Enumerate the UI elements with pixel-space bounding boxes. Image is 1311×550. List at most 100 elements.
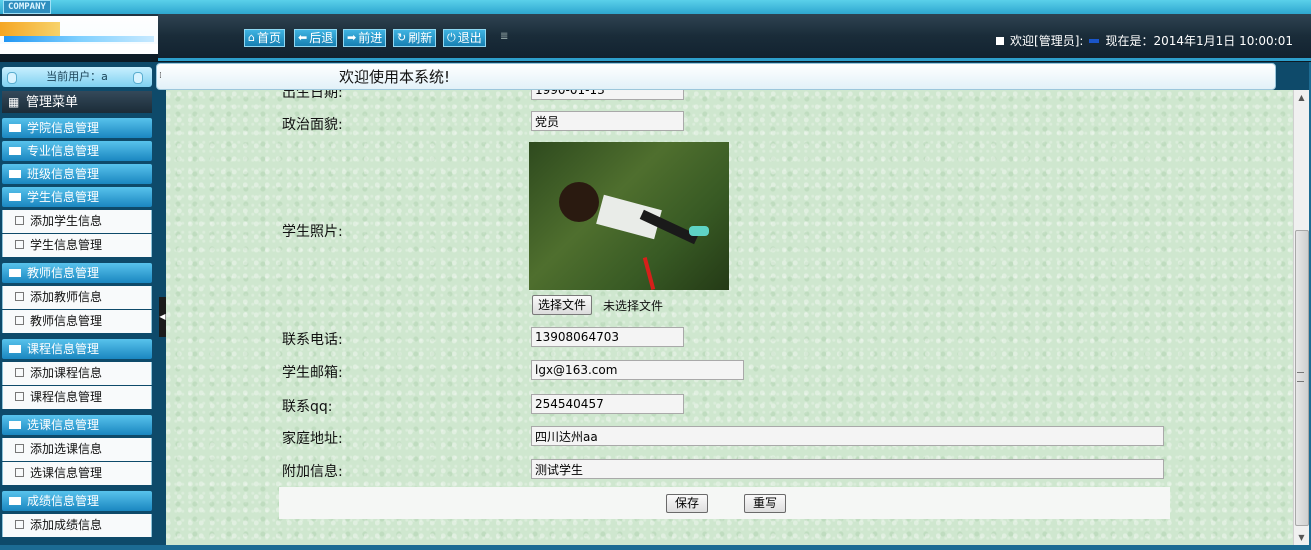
header-top-strip — [0, 0, 1311, 14]
sidebar-item-manage-student[interactable]: 学生信息管理 — [2, 234, 152, 257]
sidebar-item-add-selection[interactable]: 添加选课信息 — [2, 438, 152, 461]
company-logo-tag: COMPANY — [3, 0, 51, 14]
username-highlight — [1089, 38, 1100, 43]
page-icon — [15, 520, 24, 529]
group-label: 班级信息管理 — [27, 167, 100, 181]
sidebar-group-score[interactable]: 成绩信息管理 — [2, 491, 152, 511]
birth-date-field[interactable] — [531, 90, 684, 100]
extra-info-field[interactable] — [531, 459, 1164, 479]
sidebar: 当前用户：a ▦ 管理菜单 学院信息管理 专业信息管理 班级信息管理 学生信息管理… — [0, 64, 156, 550]
choose-file-button[interactable]: 选择文件 — [532, 295, 593, 315]
email-label: 学生邮箱: — [282, 365, 343, 381]
photo-detail — [642, 257, 656, 290]
qq-field[interactable] — [531, 394, 684, 414]
current-user-bar: 当前用户：a — [2, 67, 152, 87]
group-label: 教师信息管理 — [27, 266, 100, 280]
book-icon — [9, 268, 21, 277]
vertical-scrollbar[interactable]: ▲ ▼ — [1293, 90, 1309, 545]
birth-date-label: 出生日期: — [282, 90, 343, 101]
menu-title: ▦ 管理菜单 — [2, 91, 152, 113]
page-icon — [15, 292, 24, 301]
home-label: 首页 — [256, 31, 281, 45]
page-icon — [15, 368, 24, 377]
group-label: 课程信息管理 — [27, 342, 100, 356]
forward-button[interactable]: ➡ 前进 — [343, 29, 387, 47]
file-status-text: 未选择文件 — [603, 299, 664, 313]
item-label: 课程信息管理 — [30, 390, 103, 404]
refresh-label: 刷新 — [408, 31, 433, 45]
book-icon — [9, 192, 21, 201]
extra-info-label: 附加信息: — [282, 464, 343, 480]
scroll-down-arrow-icon[interactable]: ▼ — [1294, 530, 1309, 545]
sidebar-item-add-teacher[interactable]: 添加教师信息 — [2, 286, 152, 309]
book-icon — [9, 420, 21, 429]
sidebar-item-add-course[interactable]: 添加课程信息 — [2, 362, 152, 385]
student-photo-label: 学生照片: — [282, 224, 343, 240]
app-header: COMPANY ⌂ 首页 ⬅ 后退 ➡ 前进 ↻ 刷新 ⏻ 退出 ≣ 欢迎[管理… — [0, 0, 1311, 62]
sidebar-group-teacher[interactable]: 教师信息管理 — [2, 263, 152, 283]
menu-title-label: 管理菜单 — [26, 95, 79, 110]
welcome-user-text: 欢迎[管理员]: — [1010, 34, 1084, 48]
sidebar-group-class[interactable]: 班级信息管理 — [2, 164, 152, 184]
sidebar-item-manage-teacher[interactable]: 教师信息管理 — [2, 310, 152, 333]
power-icon: ⏻ — [447, 31, 456, 44]
book-icon — [9, 169, 21, 178]
sidebar-group-college[interactable]: 学院信息管理 — [2, 118, 152, 138]
back-arrow-icon: ⬅ — [298, 31, 308, 44]
logout-label: 退出 — [457, 31, 482, 45]
logout-button[interactable]: ⏻ 退出 — [443, 29, 486, 47]
refresh-button[interactable]: ↻ 刷新 — [393, 29, 437, 47]
logo-shape — [0, 22, 60, 36]
welcome-message: 欢迎使用本系统! — [339, 68, 451, 86]
home-icon: ⌂ — [248, 31, 255, 44]
address-field[interactable] — [531, 426, 1164, 446]
page-icon — [15, 444, 24, 453]
group-label: 学生信息管理 — [27, 190, 100, 204]
book-icon — [9, 123, 21, 132]
book-icon — [9, 344, 21, 353]
logo-banner — [0, 16, 162, 54]
sidebar-collapse-toggle[interactable]: ◀ — [159, 297, 166, 337]
grid-icon: ▦ — [8, 95, 20, 109]
home-button[interactable]: ⌂ 首页 — [244, 29, 285, 47]
sidebar-item-manage-selection[interactable]: 选课信息管理 — [2, 462, 152, 485]
sidebar-group-course[interactable]: 课程信息管理 — [2, 339, 152, 359]
scroll-up-arrow-icon[interactable]: ▲ — [1294, 90, 1309, 105]
item-label: 选课信息管理 — [30, 466, 103, 480]
sidebar-item-add-score[interactable]: 添加成绩信息 — [2, 514, 152, 537]
header-status: 欢迎[管理员]: 现在是：2014年1月1日 10:00:01 — [996, 32, 1293, 49]
sidebar-item-manage-course[interactable]: 课程信息管理 — [2, 386, 152, 409]
refresh-icon: ↻ — [397, 31, 407, 44]
current-time-text: 现在是：2014年1月1日 10:00:01 — [1105, 34, 1293, 48]
phone-field[interactable] — [531, 327, 684, 347]
logo-shape — [4, 36, 154, 42]
forward-label: 前进 — [358, 31, 383, 45]
page-icon — [15, 392, 24, 401]
toolbar-grip-icon: ≣ — [500, 31, 509, 42]
scroll-grip-icon — [1297, 372, 1304, 382]
item-label: 添加学生信息 — [30, 214, 103, 228]
forward-arrow-icon: ➡ — [347, 31, 357, 44]
save-button[interactable]: 保存 — [666, 494, 709, 513]
reset-button[interactable]: 重写 — [744, 494, 787, 513]
grip-icon: ⁞ — [159, 71, 162, 81]
sidebar-item-add-student[interactable]: 添加学生信息 — [2, 210, 152, 233]
page-icon — [15, 316, 24, 325]
sidebar-group-selection[interactable]: 选课信息管理 — [2, 415, 152, 435]
sidebar-group-major[interactable]: 专业信息管理 — [2, 141, 152, 161]
photo-detail — [689, 226, 709, 236]
item-label: 添加选课信息 — [30, 442, 103, 456]
group-label: 成绩信息管理 — [27, 494, 100, 508]
form-button-bar — [279, 487, 1170, 519]
sidebar-group-student[interactable]: 学生信息管理 — [2, 187, 152, 207]
item-label: 添加成绩信息 — [30, 518, 103, 532]
page-icon — [15, 240, 24, 249]
political-status-field[interactable] — [531, 111, 684, 131]
student-photo — [529, 142, 729, 290]
phone-label: 联系电话: — [282, 332, 343, 348]
item-label: 添加课程信息 — [30, 366, 103, 380]
back-button[interactable]: ⬅ 后退 — [294, 29, 338, 47]
logo-shape — [0, 44, 162, 54]
group-label: 专业信息管理 — [27, 144, 100, 158]
email-field[interactable] — [531, 360, 744, 380]
